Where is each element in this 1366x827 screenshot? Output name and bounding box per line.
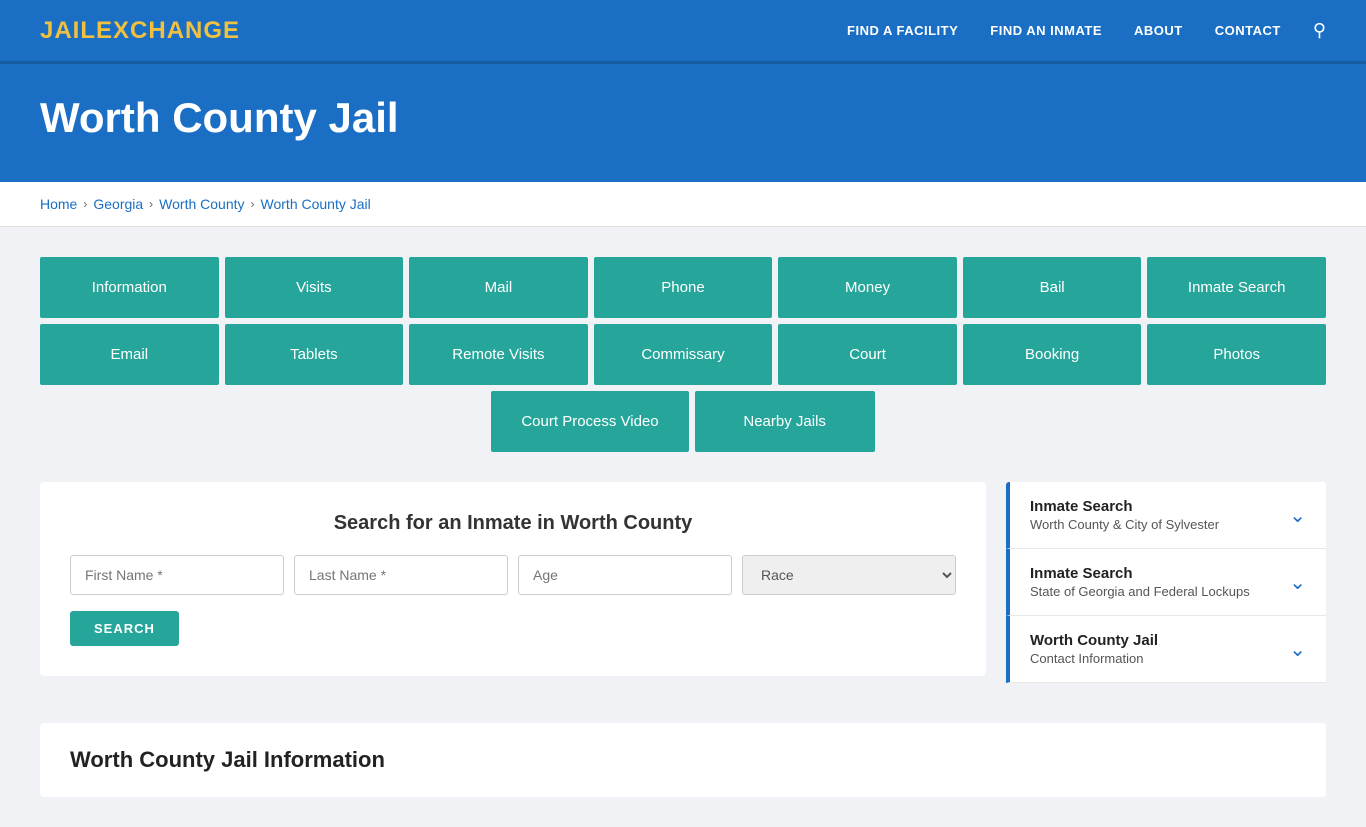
search-button[interactable]: SEARCH xyxy=(70,611,179,646)
age-input[interactable] xyxy=(518,555,732,595)
site-logo[interactable]: JAILEXCHANGE xyxy=(40,17,240,45)
last-name-input[interactable] xyxy=(294,555,508,595)
chevron-down-icon-3: ⌄ xyxy=(1289,637,1306,662)
btn-nearby-jails[interactable]: Nearby Jails xyxy=(695,391,875,452)
btn-mail[interactable]: Mail xyxy=(409,257,588,318)
nav-find-facility[interactable]: FIND A FACILITY xyxy=(847,23,958,38)
breadcrumb-sep-2: › xyxy=(149,197,153,211)
sidebar-inmate-search-2[interactable]: Inmate Search State of Georgia and Feder… xyxy=(1006,549,1326,616)
first-name-input[interactable] xyxy=(70,555,284,595)
button-grid-row3: Court Process Video Nearby Jails xyxy=(40,391,1326,452)
nav-contact[interactable]: CONTACT xyxy=(1215,23,1281,38)
btn-booking[interactable]: Booking xyxy=(963,324,1142,385)
nav-about[interactable]: ABOUT xyxy=(1134,23,1183,38)
sidebar-item-text-1: Inmate Search Worth County & City of Syl… xyxy=(1030,498,1219,532)
sidebar-item-text-2: Inmate Search State of Georgia and Feder… xyxy=(1030,565,1250,599)
button-grid-row1: Information Visits Mail Phone Money Bail… xyxy=(40,257,1326,318)
info-section-title: Worth County Jail Information xyxy=(70,747,1296,773)
btn-court[interactable]: Court xyxy=(778,324,957,385)
sidebar-subtitle-2: State of Georgia and Federal Lockups xyxy=(1030,584,1250,599)
button-grid-row2: Email Tablets Remote Visits Commissary C… xyxy=(40,324,1326,385)
info-section: Worth County Jail Information xyxy=(40,723,1326,797)
breadcrumb-georgia[interactable]: Georgia xyxy=(93,196,143,212)
breadcrumb-sep-3: › xyxy=(251,197,255,211)
btn-phone[interactable]: Phone xyxy=(594,257,773,318)
sidebar-title-3: Worth County Jail xyxy=(1030,632,1158,649)
btn-tablets[interactable]: Tablets xyxy=(225,324,404,385)
logo-exchange: EXCHANGE xyxy=(96,17,240,44)
btn-remote-visits[interactable]: Remote Visits xyxy=(409,324,588,385)
race-select[interactable]: Race xyxy=(742,555,956,595)
sidebar: Inmate Search Worth County & City of Syl… xyxy=(1006,482,1326,683)
breadcrumb-bar: Home › Georgia › Worth County › Worth Co… xyxy=(0,182,1366,227)
btn-commissary[interactable]: Commissary xyxy=(594,324,773,385)
search-form-title: Search for an Inmate in Worth County xyxy=(70,512,956,535)
breadcrumb-worth-county[interactable]: Worth County xyxy=(159,196,244,212)
btn-visits[interactable]: Visits xyxy=(225,257,404,318)
sidebar-item-text-3: Worth County Jail Contact Information xyxy=(1030,632,1158,666)
btn-bail[interactable]: Bail xyxy=(963,257,1142,318)
info-section-row: Worth County Jail Information xyxy=(40,703,1326,797)
btn-photos[interactable]: Photos xyxy=(1147,324,1326,385)
main-nav: FIND A FACILITY FIND AN INMATE ABOUT CON… xyxy=(847,20,1326,41)
breadcrumb-current: Worth County Jail xyxy=(261,196,371,212)
breadcrumb-home[interactable]: Home xyxy=(40,196,77,212)
sidebar-title-1: Inmate Search xyxy=(1030,498,1219,515)
hero-section: Worth County Jail xyxy=(0,64,1366,182)
page-title: Worth County Jail xyxy=(40,94,1326,142)
chevron-down-icon-2: ⌄ xyxy=(1289,570,1306,595)
site-header: JAILEXCHANGE FIND A FACILITY FIND AN INM… xyxy=(0,0,1366,64)
breadcrumb: Home › Georgia › Worth County › Worth Co… xyxy=(40,196,1326,212)
btn-information[interactable]: Information xyxy=(40,257,219,318)
search-icon[interactable]: ⚲ xyxy=(1313,20,1326,41)
btn-court-process-video[interactable]: Court Process Video xyxy=(491,391,688,452)
logo-jail: JAIL xyxy=(40,17,96,44)
sidebar-inmate-search-1[interactable]: Inmate Search Worth County & City of Syl… xyxy=(1006,482,1326,549)
btn-inmate-search[interactable]: Inmate Search xyxy=(1147,257,1326,318)
sidebar-subtitle-1: Worth County & City of Sylvester xyxy=(1030,517,1219,532)
sidebar-title-2: Inmate Search xyxy=(1030,565,1250,582)
btn-email[interactable]: Email xyxy=(40,324,219,385)
main-content: Information Visits Mail Phone Money Bail… xyxy=(0,227,1366,827)
search-form-container: Search for an Inmate in Worth County Rac… xyxy=(40,482,986,676)
breadcrumb-sep-1: › xyxy=(83,197,87,211)
search-inputs: Race xyxy=(70,555,956,595)
nav-find-inmate[interactable]: FIND AN INMATE xyxy=(990,23,1102,38)
chevron-down-icon-1: ⌄ xyxy=(1289,503,1306,528)
sidebar-contact-info[interactable]: Worth County Jail Contact Information ⌄ xyxy=(1006,616,1326,683)
btn-money[interactable]: Money xyxy=(778,257,957,318)
sidebar-subtitle-3: Contact Information xyxy=(1030,651,1158,666)
content-area: Search for an Inmate in Worth County Rac… xyxy=(40,482,1326,683)
